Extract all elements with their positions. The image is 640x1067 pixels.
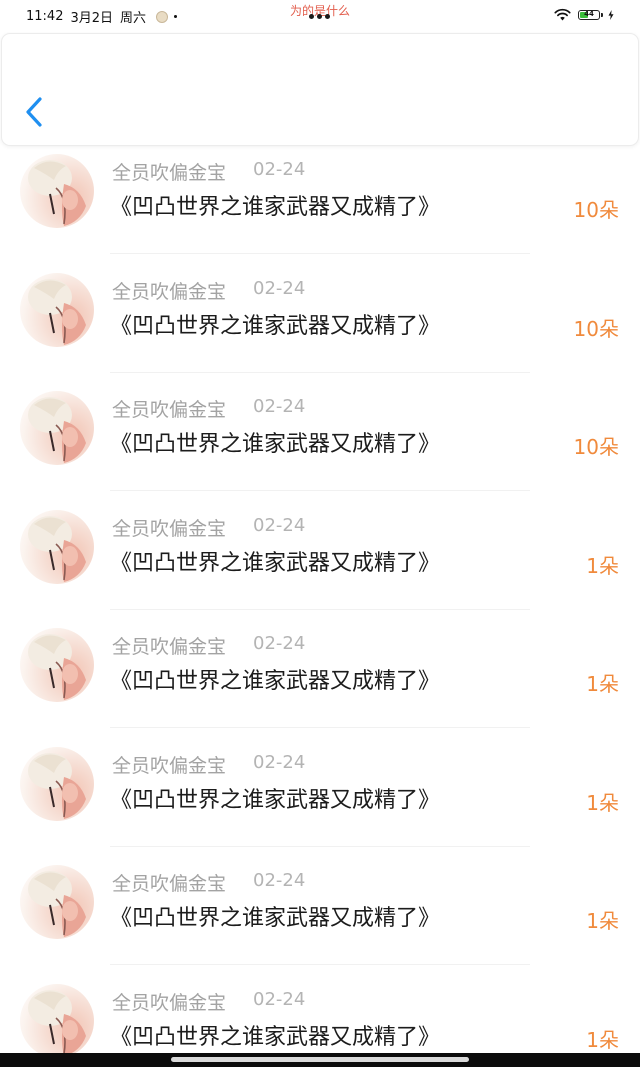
gift-count: 1朵 — [586, 791, 619, 815]
gift-record-item[interactable]: 全员吹偏金宝 02-24 《凹凸世界之谁家武器又成精了》 10朵 — [0, 136, 640, 254]
avatar-art-icon — [28, 634, 86, 700]
avatar[interactable] — [20, 391, 94, 465]
divider — [110, 727, 530, 728]
gift-count: 10朵 — [573, 317, 619, 341]
gift-record-item[interactable]: 全员吹偏金宝 02-24 《凹凸世界之谁家武器又成精了》 1朵 — [0, 847, 640, 965]
sent-date: 02-24 — [253, 278, 306, 299]
avatar-art-icon — [28, 397, 86, 463]
book-title[interactable]: 《凹凸世界之谁家武器又成精了》 — [110, 426, 440, 458]
avatar-art-icon — [28, 516, 86, 582]
avatar[interactable] — [20, 154, 94, 228]
avatar[interactable] — [20, 865, 94, 939]
sender-name: 全员吹偏金宝 — [112, 873, 227, 895]
book-title[interactable]: 《凹凸世界之谁家武器又成精了》 — [110, 782, 440, 814]
battery-level: 44 — [584, 9, 594, 18]
sender-name: 全员吹偏金宝 — [112, 755, 227, 777]
sent-date: 02-24 — [253, 515, 306, 536]
header-bar — [1, 33, 639, 146]
gift-count: 1朵 — [586, 1028, 619, 1052]
avatar-art-icon — [28, 990, 86, 1056]
avatar-art-icon — [28, 871, 86, 937]
sent-date: 02-24 — [253, 870, 306, 891]
avatar[interactable] — [20, 628, 94, 702]
book-title[interactable]: 《凹凸世界之谁家武器又成精了》 — [110, 900, 440, 932]
gift-record-item[interactable]: 全员吹偏金宝 02-24 《凹凸世界之谁家武器又成精了》 1朵 — [0, 492, 640, 610]
status-right: 44 — [554, 8, 614, 21]
sent-date: 02-24 — [253, 159, 306, 180]
battery-icon: 44 — [578, 9, 600, 20]
divider — [110, 964, 530, 965]
back-button[interactable] — [22, 94, 48, 130]
sent-date: 02-24 — [253, 752, 306, 773]
sender-name: 全员吹偏金宝 — [112, 636, 227, 658]
gift-count: 1朵 — [586, 672, 619, 696]
chevron-left-icon — [26, 97, 42, 127]
status-bar: 11:42 3月2日 周六 为的是什么 44 — [0, 0, 640, 32]
gift-count: 10朵 — [573, 435, 619, 459]
avatar[interactable] — [20, 984, 94, 1058]
avatar[interactable] — [20, 510, 94, 584]
home-indicator[interactable] — [171, 1057, 469, 1062]
gift-count: 1朵 — [586, 909, 619, 933]
wifi-icon — [554, 8, 571, 21]
gift-count: 10朵 — [573, 198, 619, 222]
sender-name: 全员吹偏金宝 — [112, 992, 227, 1014]
battery-cap — [601, 12, 603, 17]
gift-records-page: 全员吹偏金宝 02-24 《凹凸世界之谁家武器又成精了》 10朵 全员吹偏金宝 02-24… — [0, 0, 640, 1067]
avatar-art-icon — [28, 279, 86, 345]
system-navigation-bar — [0, 1053, 640, 1067]
sent-date: 02-24 — [253, 989, 306, 1010]
avatar[interactable] — [20, 747, 94, 821]
book-title[interactable]: 《凹凸世界之谁家武器又成精了》 — [110, 308, 440, 340]
gift-record-item[interactable]: 全员吹偏金宝 02-24 《凹凸世界之谁家武器又成精了》 1朵 — [0, 729, 640, 847]
gift-record-item[interactable]: 全员吹偏金宝 02-24 《凹凸世界之谁家武器又成精了》 1朵 — [0, 966, 640, 1067]
sent-date: 02-24 — [253, 396, 306, 417]
multitask-dots-icon[interactable] — [309, 14, 330, 19]
gift-record-item[interactable]: 全员吹偏金宝 02-24 《凹凸世界之谁家武器又成精了》 10朵 — [0, 255, 640, 373]
divider — [110, 253, 530, 254]
gift-record-list[interactable]: 全员吹偏金宝 02-24 《凹凸世界之谁家武器又成精了》 10朵 全员吹偏金宝 02-24… — [0, 0, 640, 1067]
sender-name: 全员吹偏金宝 — [112, 162, 227, 184]
book-title[interactable]: 《凹凸世界之谁家武器又成精了》 — [110, 663, 440, 695]
sender-name: 全员吹偏金宝 — [112, 281, 227, 303]
book-title[interactable]: 《凹凸世界之谁家武器又成精了》 — [110, 1019, 440, 1051]
book-title[interactable]: 《凹凸世界之谁家武器又成精了》 — [110, 545, 440, 577]
book-title[interactable]: 《凹凸世界之谁家武器又成精了》 — [110, 189, 440, 221]
divider — [110, 490, 530, 491]
avatar-art-icon — [28, 753, 86, 819]
gift-record-item[interactable]: 全员吹偏金宝 02-24 《凹凸世界之谁家武器又成精了》 10朵 — [0, 373, 640, 491]
avatar[interactable] — [20, 273, 94, 347]
sent-date: 02-24 — [253, 633, 306, 654]
charging-bolt-icon — [608, 9, 614, 20]
gift-record-item[interactable]: 全员吹偏金宝 02-24 《凹凸世界之谁家武器又成精了》 1朵 — [0, 610, 640, 728]
sender-name: 全员吹偏金宝 — [112, 518, 227, 540]
sender-name: 全员吹偏金宝 — [112, 399, 227, 421]
gift-count: 1朵 — [586, 554, 619, 578]
avatar-art-icon — [28, 160, 86, 226]
